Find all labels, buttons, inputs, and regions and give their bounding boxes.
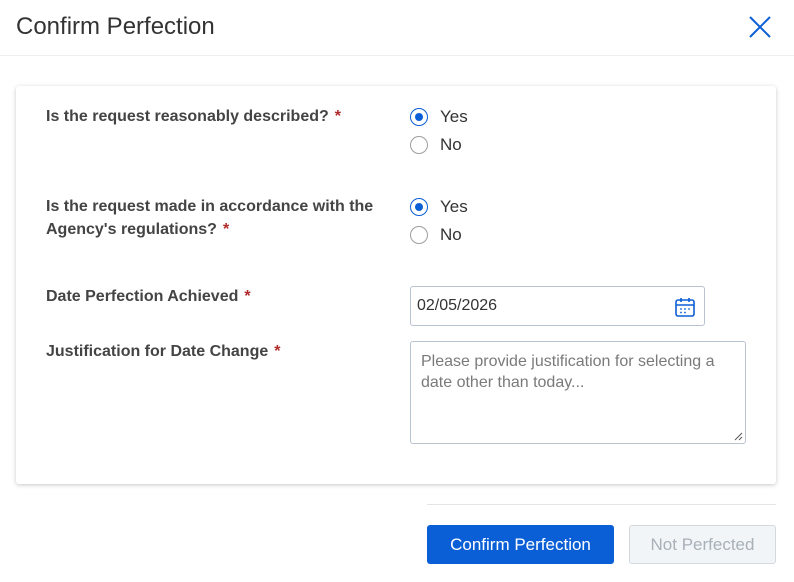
radio-checked-icon[interactable] [410, 198, 428, 216]
q2-radio-no-label: No [440, 225, 462, 244]
radio-checked-icon[interactable] [410, 108, 428, 126]
not-perfected-button[interactable]: Not Perfected [629, 525, 776, 564]
q2-radio-yes[interactable]: Yes [410, 195, 468, 219]
dialog-title: Confirm Perfection [16, 13, 215, 40]
q1-label: Is the request reasonably described? * [46, 108, 341, 125]
q1-radio-no-label: No [440, 135, 462, 154]
q1-radio-yes[interactable]: Yes [410, 105, 468, 129]
radio-unchecked-icon[interactable] [410, 226, 428, 244]
justification-textarea[interactable]: Please provide justification for selecti… [410, 341, 746, 444]
required-marker: * [222, 221, 230, 238]
confirm-perfection-button[interactable]: Confirm Perfection [427, 525, 614, 564]
resize-handle-icon[interactable] [733, 431, 743, 441]
date-label: Date Perfection Achieved * [46, 288, 251, 305]
form-card: Is the request reasonably described? * Ye… [16, 86, 776, 484]
justification-placeholder: Please provide justification for selecti… [421, 353, 715, 391]
required-marker: * [274, 343, 281, 360]
q2-label: Is the request made in accordance with t… [46, 198, 374, 238]
q2-radio-no[interactable]: No [410, 223, 462, 247]
confirm-perfection-dialog: Confirm Perfection Is the request reason… [0, 0, 794, 582]
q1-radio-yes-label: Yes [440, 107, 468, 126]
calendar-icon[interactable] [673, 295, 697, 319]
required-marker: * [334, 108, 341, 125]
q2-radio-yes-label: Yes [440, 197, 468, 216]
required-marker: * [244, 288, 251, 305]
close-button[interactable] [746, 13, 774, 41]
footer-divider [427, 504, 776, 505]
date-perfection-input[interactable]: 02/05/2026 [410, 286, 705, 326]
radio-unchecked-icon[interactable] [410, 136, 428, 154]
q1-radio-no[interactable]: No [410, 133, 462, 157]
dialog-header: Confirm Perfection [0, 0, 794, 56]
date-value: 02/05/2026 [417, 297, 498, 314]
justification-label: Justification for Date Change * [46, 343, 281, 360]
close-icon [749, 16, 771, 38]
